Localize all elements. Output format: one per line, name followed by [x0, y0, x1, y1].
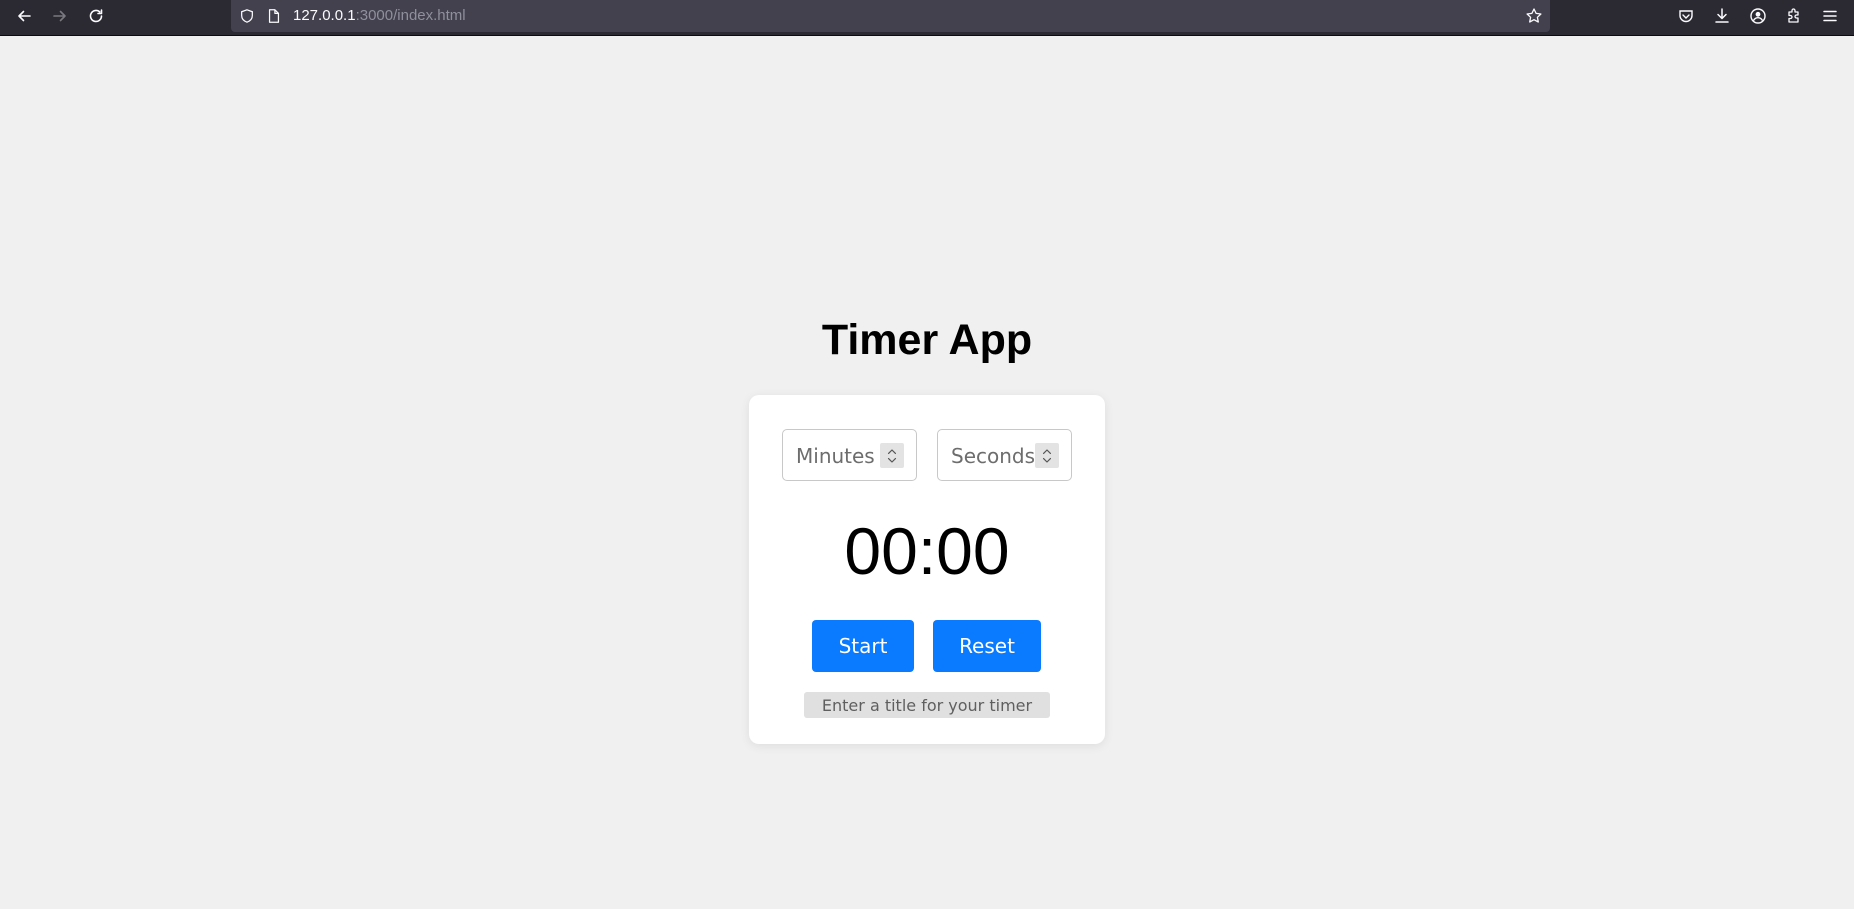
seconds-spinner[interactable]	[1035, 443, 1059, 468]
page-title: Timer App	[821, 316, 1033, 364]
seconds-placeholder: Seconds	[951, 444, 1036, 468]
bookmark-star-icon[interactable]	[1525, 7, 1543, 25]
page-icon[interactable]	[265, 7, 283, 25]
account-button[interactable]	[1740, 0, 1776, 32]
account-icon	[1750, 8, 1766, 24]
url-bar[interactable]: 127.0.0.1:3000/index.html	[231, 0, 1550, 32]
back-arrow-icon	[18, 10, 31, 22]
spinner-arrows-icon	[1042, 448, 1052, 463]
start-button[interactable]: Start	[812, 620, 914, 672]
minutes-input[interactable]: Minutes	[782, 429, 917, 481]
back-button[interactable]	[6, 0, 42, 32]
url-path: :3000/index.html	[355, 7, 466, 24]
timer-title-input[interactable]: Enter a title for your timer	[804, 692, 1050, 718]
url-host: 127.0.0.1	[293, 7, 356, 24]
browser-toolbar: 127.0.0.1:3000/index.html	[0, 0, 1854, 36]
url-text[interactable]: 127.0.0.1:3000/index.html	[293, 7, 466, 24]
forward-arrow-icon	[53, 10, 66, 22]
spinner-arrows-icon	[887, 448, 897, 463]
minutes-spinner[interactable]	[880, 443, 904, 468]
menu-icon	[1823, 10, 1837, 22]
shield-icon[interactable]	[238, 7, 256, 25]
download-icon	[1715, 8, 1729, 23]
reload-button[interactable]	[78, 0, 114, 32]
extensions-button[interactable]	[1776, 0, 1812, 32]
reset-button[interactable]: Reset	[933, 620, 1041, 672]
reload-icon	[89, 9, 103, 23]
download-button[interactable]	[1704, 0, 1740, 32]
forward-button[interactable]	[42, 0, 78, 32]
timer-display: 00:00	[844, 514, 1010, 588]
timer-card: Minutes Seconds 00:00 Start Reset Enter …	[749, 395, 1105, 744]
pocket-icon	[1679, 10, 1693, 23]
minutes-placeholder: Minutes	[796, 444, 875, 468]
seconds-input[interactable]: Seconds	[937, 429, 1072, 481]
pocket-button[interactable]	[1668, 0, 1704, 32]
extensions-icon	[1788, 8, 1799, 23]
menu-button[interactable]	[1812, 0, 1848, 32]
